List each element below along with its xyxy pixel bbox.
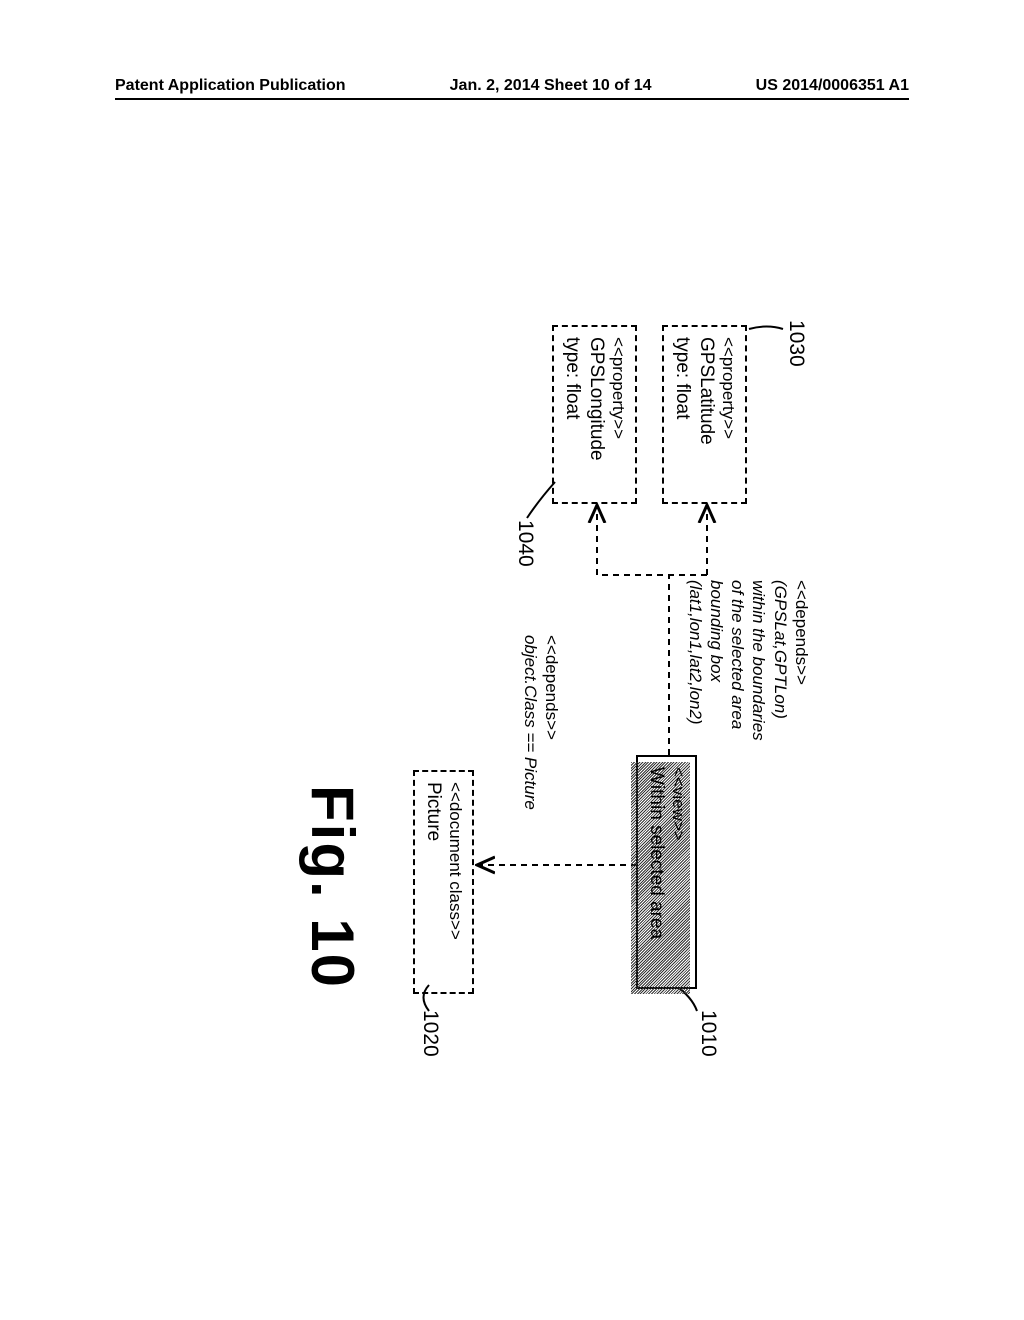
header-left: Patent Application Publication bbox=[115, 77, 346, 95]
box-gps-latitude: <<property>> GPSLatitude type: float bbox=[662, 325, 747, 504]
dep-coords-l3: of the selected area bbox=[727, 580, 748, 741]
lat-stereo: <<property>> bbox=[718, 337, 739, 492]
box-docclass: <<document class>> Picture bbox=[413, 770, 474, 994]
dep-class-text: object.Class == Picture bbox=[520, 635, 541, 810]
arrow-view-to-properties bbox=[577, 500, 717, 760]
dep-coords-l2: within the boundaries bbox=[748, 580, 769, 741]
lon-title: GPSLongitude bbox=[584, 337, 608, 492]
dep-coords-l1: (GPSLat,GPTLon) bbox=[770, 580, 791, 741]
ref-1020-curve bbox=[407, 983, 432, 1018]
ref-1040-curve bbox=[512, 480, 557, 530]
lat-title: GPSLatitude bbox=[694, 337, 718, 492]
header-center: Jan. 2, 2014 Sheet 10 of 14 bbox=[450, 77, 652, 95]
view-title: Within selected area bbox=[644, 767, 668, 977]
figure-label: Fig. 10 bbox=[298, 785, 367, 989]
header-divider bbox=[115, 98, 909, 100]
doc-stereo: <<document class>> bbox=[445, 782, 466, 982]
depends-class-label: <<depends>> object.Class == Picture bbox=[520, 635, 563, 810]
patent-header: Patent Application Publication Jan. 2, 2… bbox=[0, 77, 1024, 95]
dep-coords-stereo: <<depends>> bbox=[791, 580, 812, 741]
diagram: 1030 <<property>> GPSLatitude type: floa… bbox=[242, 325, 782, 995]
doc-title: Picture bbox=[421, 782, 445, 982]
header-right: US 2014/0006351 A1 bbox=[756, 77, 909, 95]
box-gps-longitude: <<property>> GPSLongitude type: float bbox=[552, 325, 637, 504]
dep-class-stereo: <<depends>> bbox=[541, 635, 562, 810]
lon-stereo: <<property>> bbox=[608, 337, 629, 492]
box-view: <<view>> Within selected area bbox=[636, 755, 697, 989]
view-stereo: <<view>> bbox=[668, 767, 689, 977]
lat-type: type: float bbox=[670, 337, 694, 492]
ref-1030: 1030 bbox=[784, 320, 808, 367]
lon-type: type: float bbox=[560, 337, 584, 492]
ref-1030-curve bbox=[740, 317, 785, 352]
arrow-view-to-docclass bbox=[467, 855, 637, 885]
